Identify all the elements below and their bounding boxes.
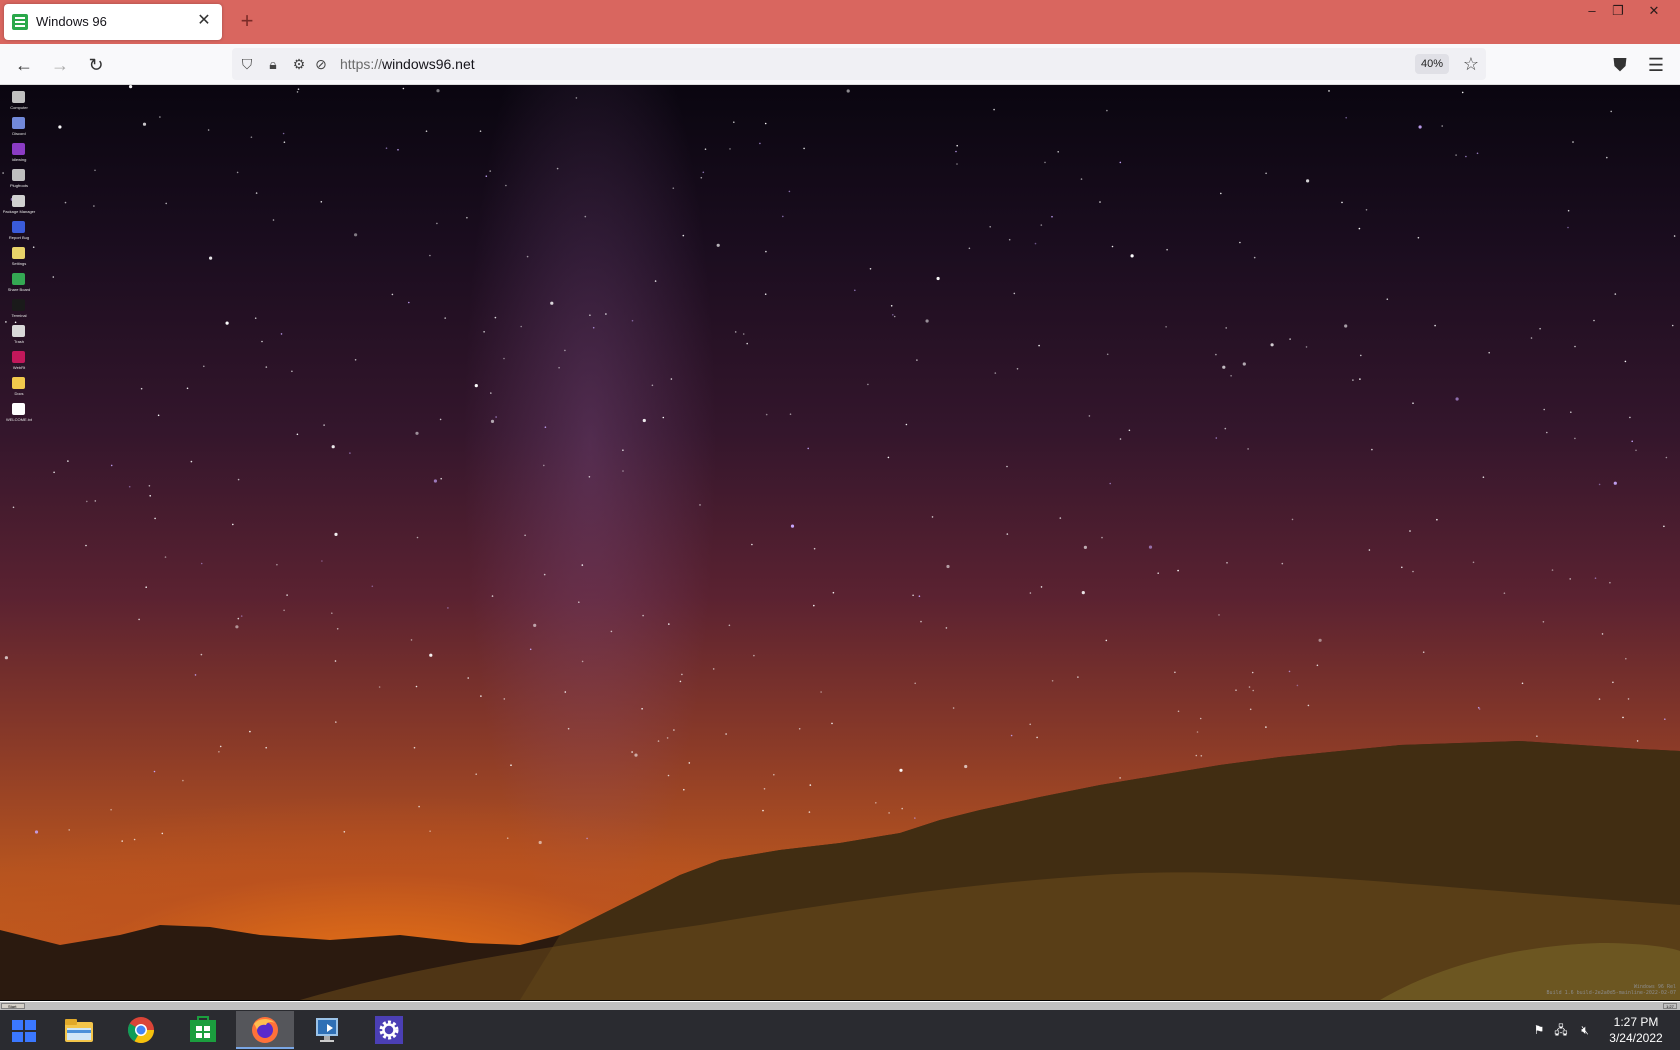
start-button[interactable] <box>0 1010 48 1050</box>
network-icon[interactable]: 🖧︎ <box>1552 1020 1570 1040</box>
desktop-app-icon <box>12 273 25 285</box>
desktop-icons: Computer Discord Idlewing Plugfroots Package… <box>2 89 36 427</box>
desktop-icon-label: Settings <box>11 261 27 266</box>
zoom-level-button[interactable]: 40% <box>1415 54 1450 74</box>
taskbar-firefox[interactable] <box>236 1011 294 1049</box>
desktop-app-icon <box>12 247 25 259</box>
windows-logo-icon <box>12 1020 36 1042</box>
desktop-app-icon <box>12 117 25 129</box>
menu-hamburger-icon[interactable]: ☰ <box>1644 53 1668 77</box>
url-scheme: https:// <box>340 56 383 72</box>
volume-muted-icon[interactable]: 🔇︎ <box>1576 1020 1594 1040</box>
desktop-icon-label: Trash <box>13 339 25 344</box>
win96-start-button[interactable]: Start <box>1 1003 25 1009</box>
url-bar[interactable]: ⛉ 🔒︎ ⚙︎ ⊘ https://windows96.net 40% ☆ <box>232 48 1486 80</box>
clock-time: 1:27 PM <box>1613 1015 1659 1029</box>
tab-title: Windows 96 <box>36 14 107 29</box>
autoplay-blocked-icon[interactable]: ⊘ <box>312 55 330 73</box>
windows96-desktop[interactable]: Computer Discord Idlewing Plugfroots Package… <box>0 85 1680 1000</box>
desktop-app-icon <box>12 299 25 311</box>
desktop-icon[interactable]: Terminal <box>2 297 36 323</box>
lock-icon[interactable]: 🔒︎ <box>264 55 282 73</box>
forward-button[interactable]: → <box>48 53 72 77</box>
close-tab-icon[interactable]: ✕ <box>194 11 214 31</box>
desktop-icon-label: Idlewing <box>11 157 27 162</box>
desktop-icon-label: Package Manager <box>2 209 36 214</box>
taskbar-file-explorer[interactable] <box>50 1011 108 1049</box>
desktop-icon[interactable]: Settings <box>2 245 36 271</box>
pocket-icon[interactable]: ⛊ <box>1608 53 1632 77</box>
settings-icon <box>375 1016 403 1044</box>
desktop-app-icon <box>12 377 25 389</box>
desktop-icon-label: Plugfroots <box>9 183 28 188</box>
back-button[interactable]: ← <box>12 53 36 77</box>
desktop-icon-label: WebRt <box>12 365 26 370</box>
desktop-icon[interactable]: Computer <box>2 89 36 115</box>
clock-date: 3/24/2022 <box>1609 1031 1663 1045</box>
close-window-button[interactable]: ✕ <box>1642 2 1666 20</box>
win96-clock: 1:27 <box>1663 1003 1677 1009</box>
browser-tab-strip: Windows 96 ✕ + – ❐ ✕ <box>0 0 1680 44</box>
chrome-icon <box>127 1017 155 1044</box>
desktop-icon[interactable]: WELCOME.txt <box>2 401 36 427</box>
navigation-toolbar: ← → ↻ ⛉ 🔒︎ ⚙︎ ⊘ https://windows96.net 40… <box>0 44 1680 85</box>
active-app-indicator <box>236 1047 294 1049</box>
desktop-icon[interactable]: Report Bug <box>2 219 36 245</box>
restore-window-button[interactable]: ❐ <box>1606 2 1630 20</box>
desktop-icon-label: Terminal <box>11 313 27 318</box>
store-icon <box>190 1016 216 1042</box>
desktop-icon[interactable]: WebRt <box>2 349 36 375</box>
desktop-app-icon <box>12 403 25 415</box>
desktop-app-icon <box>12 91 25 103</box>
desktop-icon[interactable]: Idlewing <box>2 141 36 167</box>
desktop-icon[interactable]: Docs <box>2 375 36 401</box>
taskbar-chrome[interactable] <box>112 1011 170 1049</box>
desktop-icon-label: Report Bug <box>8 235 30 240</box>
desktop-icon-label: Docs <box>14 391 24 396</box>
minimize-window-button[interactable]: – <box>1580 2 1604 20</box>
taskbar-store[interactable] <box>174 1011 232 1049</box>
desktop-icon[interactable]: Package Manager <box>2 193 36 219</box>
desktop-icon[interactable]: Trash <box>2 323 36 349</box>
remote-desktop-icon <box>316 1018 338 1042</box>
tab-windows96[interactable]: Windows 96 ✕ <box>4 4 222 40</box>
desktop-icon[interactable]: Discord <box>2 115 36 141</box>
tracking-protection-shield-icon[interactable]: ⛉ <box>238 55 256 73</box>
desktop-icon-label: WELCOME.txt <box>5 417 32 422</box>
desktop-icon-label: Computer <box>10 105 28 110</box>
wallpaper-hills <box>0 741 1680 1000</box>
desktop-icon-label: Share Board <box>7 287 31 292</box>
desktop-app-icon <box>12 351 25 363</box>
reload-button[interactable]: ↻ <box>84 53 108 77</box>
taskbar-settings[interactable] <box>360 1011 418 1049</box>
taskbar-clock[interactable]: 1:27 PM 3/24/2022 <box>1598 1014 1674 1046</box>
url-text[interactable]: https://windows96.net <box>340 56 475 72</box>
firefox-icon <box>252 1017 278 1043</box>
url-host: windows96.net <box>382 56 475 72</box>
bookmark-star-icon[interactable]: ☆ <box>1460 53 1482 75</box>
desktop-icon[interactable]: Plugfroots <box>2 167 36 193</box>
win96-taskbar: Start 1:27 <box>0 1001 1680 1010</box>
desktop-app-icon <box>12 221 25 233</box>
desktop-icon-label: Discord <box>12 131 26 136</box>
permissions-icon[interactable]: ⚙︎ <box>290 55 308 73</box>
file-explorer-icon <box>65 1019 93 1042</box>
site-favicon-icon <box>12 14 28 30</box>
desktop-icon[interactable]: Share Board <box>2 271 36 297</box>
new-tab-button[interactable]: + <box>236 10 258 32</box>
desktop-app-icon <box>12 169 25 181</box>
build-info-text: Windows 96 Rel Build 1.6 build-2e2a0d5-m… <box>1546 984 1676 996</box>
desktop-app-icon <box>12 325 25 337</box>
security-flag-icon[interactable]: ⚑ <box>1530 1020 1548 1040</box>
desktop-app-icon <box>12 195 25 207</box>
os-taskbar: ⚑ 🖧︎ 🔇︎ 1:27 PM 3/24/2022 <box>0 1010 1680 1050</box>
desktop-app-icon <box>12 143 25 155</box>
taskbar-remote-desktop[interactable] <box>298 1011 356 1049</box>
